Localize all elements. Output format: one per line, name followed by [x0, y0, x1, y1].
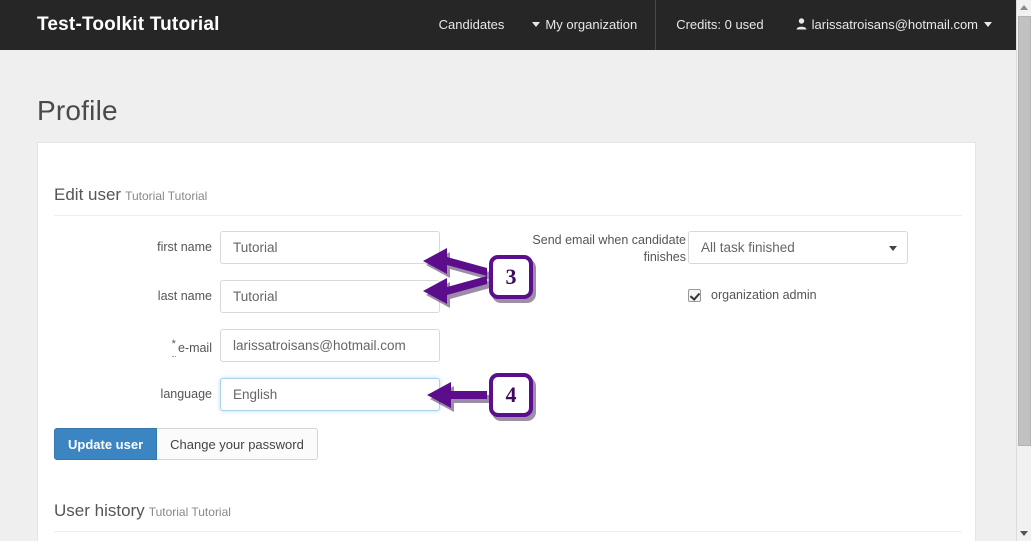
update-user-button[interactable]: Update user — [54, 428, 158, 460]
triangle-down-icon — [1020, 531, 1028, 536]
scroll-down-button[interactable] — [1017, 526, 1031, 541]
email-field[interactable] — [220, 329, 440, 362]
navbar-divider — [655, 0, 657, 50]
vertical-scrollbar[interactable] — [1016, 0, 1031, 541]
divider-user-history — [54, 531, 962, 532]
last-name-field[interactable] — [220, 280, 440, 313]
organization-admin-label: organization admin — [711, 288, 817, 302]
last-name-label: last name — [157, 289, 212, 303]
nav-user-label: larissatroisans@hotmail.com — [811, 17, 978, 32]
scroll-up-button[interactable] — [1017, 0, 1031, 15]
page-title: Profile — [37, 95, 118, 126]
triangle-up-icon — [1020, 5, 1028, 10]
form-button-group: Update user Change your password — [54, 428, 318, 460]
nav-credits[interactable]: Credits: 0 used — [660, 0, 781, 50]
profile-card: Edit userTutorial Tutorial first name la… — [37, 142, 976, 541]
user-history-heading-text: User history — [54, 501, 145, 520]
user-history-heading: User history Tutorial Tutorial — [54, 501, 231, 521]
email-label: * e-mail — [136, 338, 212, 358]
first-name-label: first name — [157, 240, 212, 254]
nav-item-candidates[interactable]: Candidates — [425, 0, 519, 50]
language-field[interactable] — [220, 378, 440, 411]
nav-credits-label: Credits: 0 used — [676, 17, 764, 32]
nav-item-my-organization-label: My organization — [545, 17, 638, 32]
app-window: Test-Toolkit Tutorial Candidates My orga… — [0, 0, 1031, 541]
edit-user-subheading: Tutorial Tutorial — [125, 189, 208, 203]
organization-admin-row: organization admin — [688, 288, 817, 302]
change-password-button[interactable]: Change your password — [157, 428, 318, 460]
nav-item-candidates-label: Candidates — [438, 17, 505, 32]
edit-user-heading-text: Edit user — [54, 185, 122, 204]
chevron-down-icon — [532, 22, 541, 27]
nav-item-my-organization[interactable]: My organization — [518, 0, 651, 50]
required-marker: * — [171, 338, 176, 358]
language-label: language — [160, 387, 212, 401]
person-icon — [796, 18, 807, 30]
send-email-label: Send email when candidate finishes — [532, 233, 686, 264]
organization-admin-checkbox[interactable] — [688, 288, 701, 302]
top-navbar: Test-Toolkit Tutorial Candidates My orga… — [0, 0, 1016, 50]
send-email-select-wrapper: All task finished — [688, 231, 908, 264]
first-name-field[interactable] — [220, 231, 440, 264]
nav-user-menu[interactable]: larissatroisans@hotmail.com — [782, 0, 1016, 50]
brand-title[interactable]: Test-Toolkit Tutorial — [37, 14, 220, 36]
scrollbar-thumb[interactable] — [1018, 16, 1031, 446]
edit-user-heading: Edit user Tutorial Tutorial — [54, 185, 207, 205]
user-history-subheading: Tutorial Tutorial — [148, 505, 231, 519]
chevron-down-icon — [984, 22, 992, 27]
send-email-select[interactable]: All task finished — [688, 231, 908, 264]
navbar-right-group: Candidates My organization Credits: 0 us… — [425, 0, 1016, 50]
divider-edit-user — [54, 215, 962, 216]
email-label-text: e-mail — [177, 341, 212, 356]
main-content: Profile Edit user Tutorial Tutorial first… — [0, 50, 1016, 541]
